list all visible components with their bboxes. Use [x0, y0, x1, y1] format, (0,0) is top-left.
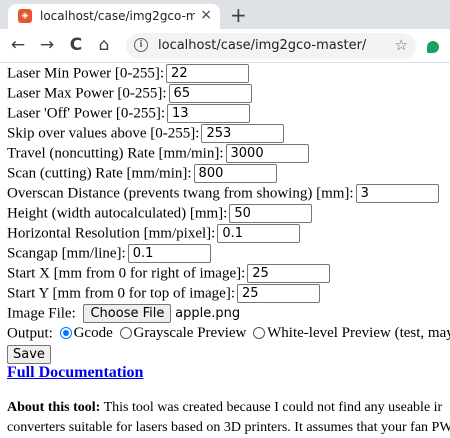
grayscale-preview-radio[interactable] [119, 326, 132, 339]
form-row: Start X [mm from 0 for right of image]: [7, 263, 450, 284]
field-label: Skip over values above [0-255]: [7, 125, 200, 142]
home-icon[interactable]: ⌂ [94, 35, 114, 55]
new-tab-icon[interactable]: + [230, 3, 247, 27]
image-file-label: Image File: [7, 305, 76, 322]
forward-icon[interactable]: → [37, 35, 57, 55]
white-level-preview-radio[interactable] [253, 326, 266, 339]
tab-close-icon[interactable]: × [200, 7, 212, 23]
about-text-line2: converters suitable for lasers based on … [7, 420, 450, 435]
file-name: apple.png [175, 306, 241, 322]
browser-toolbar: ← → C ⌂ i localhost/case/img2gco-master/… [0, 29, 450, 63]
laser-min-power-input[interactable] [166, 64, 250, 84]
field-label: Scan (cutting) Rate [mm/min]: [7, 165, 192, 182]
field-label: Height (width autocalculated) [mm]: [7, 205, 228, 222]
form-row: Laser Max Power [0-255]: [7, 83, 450, 104]
field-label: Horizontal Resolution [mm/pixel]: [7, 225, 216, 242]
form-row: Skip over values above [0-255]: [7, 123, 450, 144]
field-label: Laser 'Off' Power [0-255]: [7, 105, 165, 122]
field-label: Travel (noncutting) Rate [mm/min]: [7, 145, 224, 162]
scangap-input[interactable] [127, 244, 211, 264]
field-label: Start X [mm from 0 for right of image]: [7, 265, 246, 282]
horizontal-resolution-input[interactable] [217, 224, 301, 244]
field-label: Scangap [mm/line]: [7, 245, 126, 262]
field-label: Laser Min Power [0-255]: [7, 65, 165, 82]
start-x-input[interactable] [247, 264, 331, 284]
about-section: About this tool: This tool was created b… [7, 398, 450, 438]
form-row: Laser 'Off' Power [0-255]: [7, 103, 450, 124]
laser-max-power-input[interactable] [168, 84, 252, 104]
grayscale-preview-radio-label[interactable]: Grayscale Preview [134, 325, 247, 341]
form-row: Height (width autocalculated) [mm]: [7, 203, 450, 224]
extension-icon[interactable] [427, 41, 439, 53]
full-documentation-link[interactable]: Full Documentation [7, 364, 143, 382]
form-row: Scangap [mm/line]: [7, 243, 450, 264]
form-row: Horizontal Resolution [mm/pixel]: [7, 223, 450, 244]
site-info-icon[interactable]: i [134, 38, 148, 52]
tab-bar: ◈ localhost/case/img2gco-master/ × + [0, 0, 450, 29]
output-row: Output: Gcode Grayscale Preview White-le… [7, 323, 450, 343]
form-row: Start Y [mm from 0 for top of image]: [7, 283, 450, 304]
back-icon[interactable]: ← [8, 35, 28, 55]
browser-tab[interactable]: ◈ localhost/case/img2gco-master/ × [8, 4, 220, 29]
white-level-preview-radio-label[interactable]: White-level Preview (test, may n [267, 325, 450, 341]
skip-values-input[interactable] [201, 124, 285, 144]
form-row: Overscan Distance (prevents twang from s… [7, 183, 450, 204]
start-y-input[interactable] [237, 284, 321, 304]
about-heading: About this tool: [7, 400, 101, 415]
form-row: Scan (cutting) Rate [mm/min]: [7, 163, 450, 184]
gcode-radio-label[interactable]: Gcode [74, 325, 113, 341]
about-text-line1: This tool was created because I could no… [100, 400, 443, 415]
field-label: Laser Max Power [0-255]: [7, 85, 167, 102]
image-file-row: Image File: Choose File apple.png [7, 303, 450, 324]
scan-rate-input[interactable] [193, 164, 277, 184]
choose-file-button[interactable]: Choose File [83, 304, 172, 324]
laser-off-power-input[interactable] [167, 104, 250, 124]
save-row: Save [7, 344, 450, 364]
travel-rate-input[interactable] [225, 144, 309, 164]
bookmark-star-icon[interactable]: ☆ [395, 36, 408, 54]
form-row: Laser Min Power [0-255]: [7, 63, 450, 84]
output-label: Output: [7, 325, 53, 342]
form-row: Travel (noncutting) Rate [mm/min]: [7, 143, 450, 164]
save-button[interactable]: Save [7, 345, 51, 364]
url-text[interactable]: localhost/case/img2gco-master/ [158, 38, 366, 53]
field-label: Overscan Distance (prevents twang from s… [7, 185, 354, 202]
gcode-radio[interactable] [59, 326, 72, 339]
overscan-distance-input[interactable] [355, 184, 439, 204]
laser-form: Laser Min Power [0-255]: Laser Max Power… [7, 63, 450, 364]
field-label: Start Y [mm from 0 for top of image]: [7, 285, 236, 302]
site-favicon-icon: ◈ [18, 9, 32, 23]
tab-title: localhost/case/img2gco-master/ [40, 9, 195, 23]
height-input[interactable] [229, 204, 313, 224]
address-bar[interactable]: i localhost/case/img2gco-master/ ☆ [126, 33, 416, 59]
reload-icon[interactable]: C [66, 35, 86, 55]
